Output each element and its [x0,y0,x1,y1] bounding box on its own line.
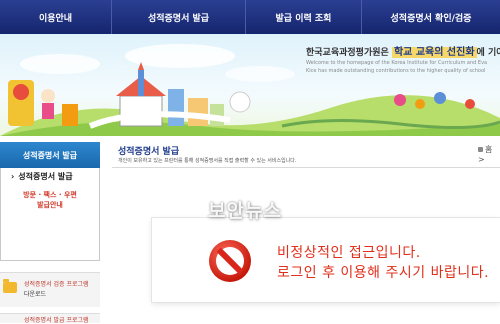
banner-subtitle-2: Kice has made outstanding contributions … [306,68,486,74]
sidebar-item-visit-fax-mail-label: 방문 · 팩스 · 우편 [23,191,77,199]
nav-item-issue-history[interactable]: 발급 이력 조회 [246,0,362,34]
sidebar-link-verify-program-label: 성적증명서 검증 프로그램 [24,281,89,288]
top-navigation: 이용안내 성적증명서 발급 발급 이력 조회 성적증명서 확인/검증 [0,0,500,34]
sidebar-header: 성적증명서 발급 [0,142,100,168]
title-divider [112,167,500,168]
banner-headline-prefix: 한국교육과정평가원은 [306,48,389,58]
sidebar-item-visit-fax-mail[interactable]: 방문 · 팩스 · 우편 발급안내 [1,190,99,210]
error-message-line-1: 비정상적인 접근입니다. [277,245,421,261]
sidebar-link-download-label: 다운로드 [24,291,47,298]
nav-item-issue-certificate[interactable]: 성적증명서 발급 [112,0,246,34]
sidebar-link-issue-program-label: 성적증명서 발급 프로그램 [24,317,89,324]
breadcrumb-home[interactable]: 홈 > [478,144,500,164]
sidebar-item-issue-certificate[interactable]: 성적증명서 발급 [11,171,72,182]
sidebar-item-issue-guide-label: 발급안내 [37,201,63,209]
hero-banner: 한국교육과정평가원은 학교 교육의 선진화에 기여 Welcome to the… [0,34,500,136]
banner-subtitle-1: Welcome to the homepage of the Korea Ins… [306,60,488,66]
banner-headline: 한국교육과정평가원은 학교 교육의 선진화에 기여 [306,43,500,58]
page-description: 개인이 보유하고 있는 프린터를 통해 성적증명서를 직접 출력할 수 있는 서… [118,158,297,164]
sidebar-link-verify-program-download[interactable]: 성적증명서 검증 프로그램 다운로드 [0,272,100,307]
watermark-logo: 보안뉴스 [208,200,282,222]
page-title: 성적증명서 발급 [118,147,180,157]
nav-item-guide[interactable]: 이용안내 [0,0,112,34]
banner-headline-highlight: 학교 교육의 선진화 [391,47,477,58]
banner-headline-suffix: 에 기여 [476,48,500,58]
sidebar-menu: 성적증명서 발급 방문 · 팩스 · 우편 발급안내 [0,168,100,261]
folder-icon [3,279,17,293]
error-message-line-2: 로그인 후 이용해 주시기 바랍니다. [277,265,490,281]
nav-item-verify-certificate[interactable]: 성적증명서 확인/검증 [362,0,500,34]
access-error-dialog: 비정상적인 접근입니다. 로그인 후 이용해 주시기 바랍니다. [152,218,500,302]
no-entry-icon [209,240,251,282]
